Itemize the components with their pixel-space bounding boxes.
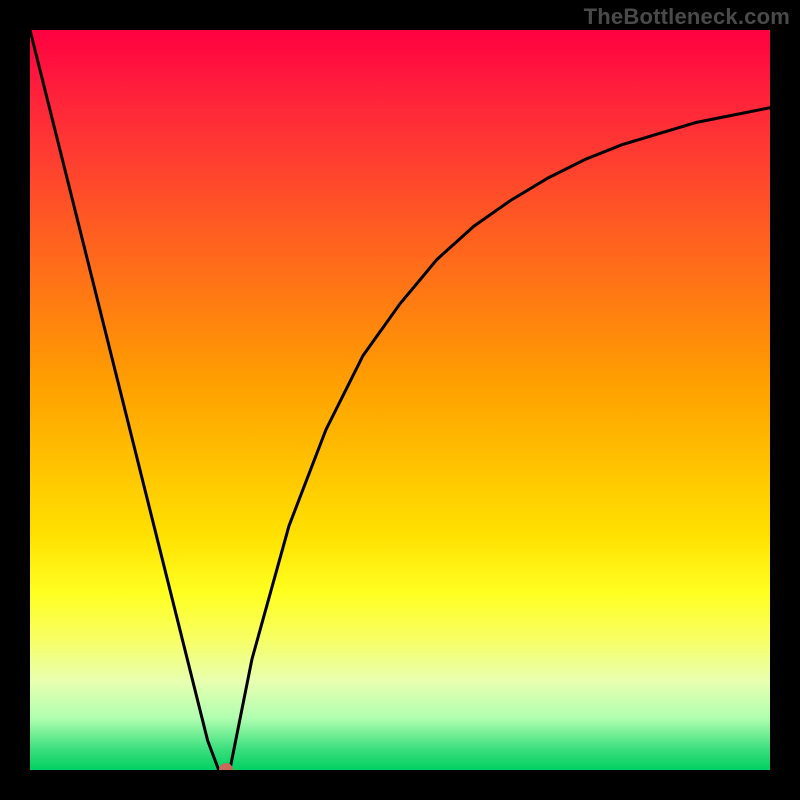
chart-frame: TheBottleneck.com xyxy=(0,0,800,800)
plot-area xyxy=(30,30,770,770)
curve-left-branch xyxy=(30,30,219,770)
curve-right-branch xyxy=(230,108,770,770)
watermark-text: TheBottleneck.com xyxy=(584,4,790,30)
curve-layer xyxy=(30,30,770,770)
marker-dot xyxy=(219,763,233,770)
